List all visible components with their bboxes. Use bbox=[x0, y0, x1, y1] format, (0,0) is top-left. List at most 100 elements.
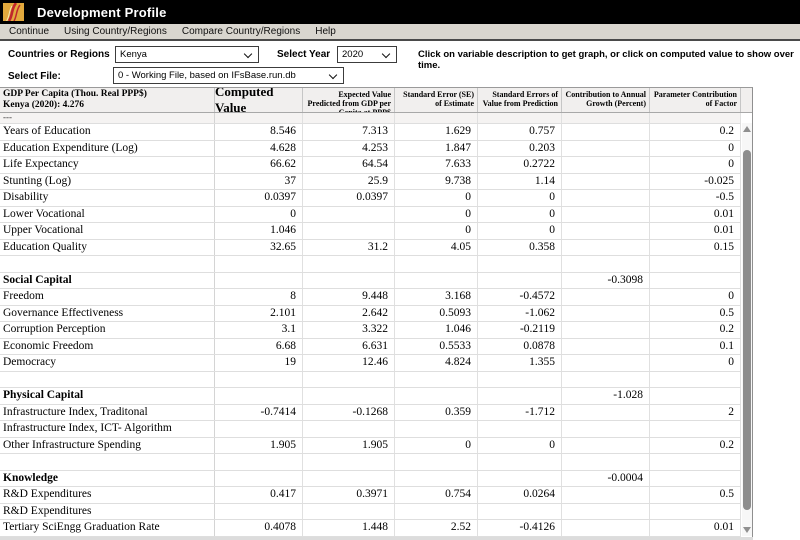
parameter-contribution-cell: 0.1 bbox=[650, 339, 741, 355]
computed-value-cell[interactable]: 1.905 bbox=[215, 438, 303, 454]
parameter-contribution-cell bbox=[650, 388, 741, 404]
se-prediction-cell: 0 bbox=[478, 438, 562, 454]
parameter-contribution-cell: 0.01 bbox=[650, 520, 741, 536]
country-select[interactable]: Kenya bbox=[115, 46, 259, 63]
computed-value-cell[interactable]: 4.628 bbox=[215, 141, 303, 157]
year-label: Select Year bbox=[277, 49, 330, 60]
menu-item-compare-country-regions[interactable]: Compare Country/Regions bbox=[176, 25, 306, 38]
variable-name-cell[interactable]: Upper Vocational bbox=[0, 223, 215, 239]
parameter-contribution-cell: 0.15 bbox=[650, 240, 741, 256]
expected-value-cell: 9.448 bbox=[303, 289, 395, 305]
year-select[interactable]: 2020 bbox=[337, 46, 397, 63]
variable-name-cell[interactable]: Education Expenditure (Log) bbox=[0, 141, 215, 157]
scrollbar-thumb[interactable] bbox=[743, 150, 751, 510]
se-prediction-cell bbox=[478, 388, 562, 404]
parameter-contribution-cell: 0 bbox=[650, 157, 741, 173]
computed-value-cell[interactable]: 37 bbox=[215, 174, 303, 190]
se-estimate-cell bbox=[395, 113, 478, 123]
growth-contribution-cell bbox=[562, 339, 650, 355]
growth-contribution-cell bbox=[562, 504, 650, 520]
computed-value-cell[interactable]: 1.046 bbox=[215, 223, 303, 239]
computed-value-cell[interactable]: 0.417 bbox=[215, 487, 303, 503]
variable-name-cell[interactable]: Other Infrastructure Spending bbox=[0, 438, 215, 454]
variable-name-cell[interactable]: Infrastructure Index, Traditonal bbox=[0, 405, 215, 421]
variable-name-cell[interactable]: Years of Education bbox=[0, 124, 215, 140]
computed-value-cell[interactable]: 32.65 bbox=[215, 240, 303, 256]
se-prediction-cell: 0 bbox=[478, 190, 562, 206]
growth-contribution-cell bbox=[562, 438, 650, 454]
computed-value-cell[interactable]: -0.7414 bbox=[215, 405, 303, 421]
computed-value-cell[interactable]: 8 bbox=[215, 289, 303, 305]
se-estimate-cell: 2.52 bbox=[395, 520, 478, 536]
table-row: Education Expenditure (Log)4.6284.2531.8… bbox=[0, 141, 741, 158]
variable-name-cell[interactable]: Life Expectancy bbox=[0, 157, 215, 173]
blank-row bbox=[0, 256, 741, 273]
growth-contribution-cell bbox=[562, 124, 650, 140]
se-estimate-cell: 4.05 bbox=[395, 240, 478, 256]
growth-contribution-cell bbox=[562, 322, 650, 338]
se-estimate-cell: 0 bbox=[395, 223, 478, 239]
col-header-se-prediction: Standard Errors of Value from Prediction bbox=[478, 88, 562, 112]
vertical-scrollbar[interactable] bbox=[742, 123, 752, 536]
variable-name-cell[interactable]: Tertiary SciEngg Graduation Rate bbox=[0, 520, 215, 536]
parameter-contribution-cell: 0 bbox=[650, 289, 741, 305]
computed-value-cell[interactable]: 0 bbox=[215, 207, 303, 223]
variable-name-cell[interactable]: R&D Expenditures bbox=[0, 504, 215, 520]
se-prediction-cell: 0.0878 bbox=[478, 339, 562, 355]
parameter-contribution-cell bbox=[650, 471, 741, 487]
dash-row: --- bbox=[0, 113, 741, 124]
chevron-down-icon bbox=[244, 50, 252, 58]
computed-value-cell[interactable]: 2.101 bbox=[215, 306, 303, 322]
variable-name-cell[interactable]: Democracy bbox=[0, 355, 215, 371]
table-row: Other Infrastructure Spending1.9051.9050… bbox=[0, 438, 741, 455]
growth-contribution-cell bbox=[562, 256, 650, 272]
computed-value-cell[interactable]: 66.62 bbox=[215, 157, 303, 173]
scrollbar-down-button[interactable] bbox=[742, 523, 752, 536]
variable-name-cell[interactable]: Economic Freedom bbox=[0, 339, 215, 355]
table-row: Life Expectancy66.6264.547.6330.27220 bbox=[0, 157, 741, 174]
chevron-down-icon bbox=[382, 50, 390, 58]
computed-value-cell[interactable]: 3.1 bbox=[215, 322, 303, 338]
expected-value-cell: 3.322 bbox=[303, 322, 395, 338]
file-select[interactable]: 0 - Working File, based on IFsBase.run.d… bbox=[113, 67, 344, 84]
growth-contribution-cell bbox=[562, 207, 650, 223]
variable-name-cell[interactable]: Stunting (Log) bbox=[0, 174, 215, 190]
growth-contribution-cell bbox=[562, 421, 650, 437]
variable-name-cell[interactable]: Education Quality bbox=[0, 240, 215, 256]
se-estimate-cell: 7.633 bbox=[395, 157, 478, 173]
growth-contribution-cell bbox=[562, 240, 650, 256]
variable-name-cell[interactable]: Lower Vocational bbox=[0, 207, 215, 223]
table-row: Upper Vocational1.046000.01 bbox=[0, 223, 741, 240]
growth-contribution-cell bbox=[562, 190, 650, 206]
computed-value-cell[interactable]: 8.546 bbox=[215, 124, 303, 140]
computed-value-cell[interactable]: 0.0397 bbox=[215, 190, 303, 206]
menu-item-continue[interactable]: Continue bbox=[3, 25, 55, 38]
expected-value-cell: 12.46 bbox=[303, 355, 395, 371]
variable-name-cell[interactable]: Freedom bbox=[0, 289, 215, 305]
expected-value-cell bbox=[303, 454, 395, 470]
scrollbar-up-button[interactable] bbox=[742, 123, 752, 136]
computed-value-cell[interactable]: 0.4078 bbox=[215, 520, 303, 536]
se-prediction-cell: -0.4572 bbox=[478, 289, 562, 305]
gdp-per-capita-header-line2: Kenya (2020): 4.276 bbox=[3, 100, 212, 111]
variable-name-cell[interactable]: Infrastructure Index, ICT- Algorithm bbox=[0, 421, 215, 437]
table-row: Education Quality32.6531.24.050.3580.15 bbox=[0, 240, 741, 257]
se-estimate-cell bbox=[395, 388, 478, 404]
variable-name-cell[interactable]: R&D Expenditures bbox=[0, 487, 215, 503]
expected-value-cell: 25.9 bbox=[303, 174, 395, 190]
menu-item-using-country-regions[interactable]: Using Country/Regions bbox=[58, 25, 173, 38]
growth-contribution-cell bbox=[562, 487, 650, 503]
variable-name-cell[interactable]: Corruption Perception bbox=[0, 322, 215, 338]
menu-item-help[interactable]: Help bbox=[309, 25, 342, 38]
parameter-contribution-cell bbox=[650, 273, 741, 289]
variable-name-cell[interactable]: Disability bbox=[0, 190, 215, 206]
se-estimate-cell: 9.738 bbox=[395, 174, 478, 190]
computed-value-cell[interactable]: 19 bbox=[215, 355, 303, 371]
se-prediction-cell bbox=[478, 256, 562, 272]
arrow-up-icon bbox=[743, 126, 751, 132]
computed-value-cell bbox=[215, 372, 303, 388]
variable-name-cell[interactable]: Governance Effectiveness bbox=[0, 306, 215, 322]
computed-value-cell[interactable]: 6.68 bbox=[215, 339, 303, 355]
expected-value-cell bbox=[303, 471, 395, 487]
se-prediction-cell: 0.358 bbox=[478, 240, 562, 256]
